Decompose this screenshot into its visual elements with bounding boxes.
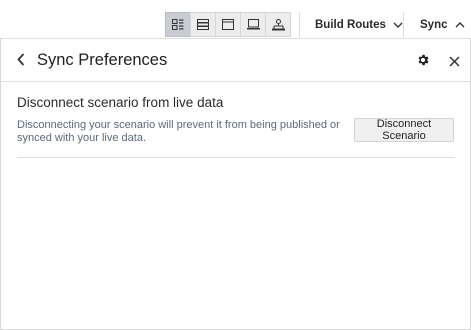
laptop-view-button[interactable] xyxy=(240,12,265,37)
laptop-view-icon xyxy=(246,19,260,30)
list-view-button[interactable] xyxy=(190,12,215,37)
grid-view-button[interactable] xyxy=(165,12,190,37)
section-description: Disconnecting your scenario will prevent… xyxy=(17,119,340,144)
network-view-button[interactable] xyxy=(265,12,291,37)
chevron-down-icon xyxy=(393,22,403,28)
sync-menu[interactable]: Sync xyxy=(420,12,465,37)
build-routes-menu[interactable]: Build Routes xyxy=(315,12,403,37)
window-view-button[interactable] xyxy=(215,12,240,37)
close-icon[interactable] xyxy=(449,54,460,72)
panel-header: Sync Preferences xyxy=(1,39,470,82)
network-view-icon xyxy=(271,18,285,30)
section-divider xyxy=(17,157,455,158)
panel-title: Sync Preferences xyxy=(37,51,168,69)
toolbar-divider xyxy=(403,12,404,37)
sync-preferences-panel: Sync Preferences Disconnect scenario fro… xyxy=(0,38,471,330)
view-mode-group xyxy=(165,12,291,38)
back-arrow-icon[interactable] xyxy=(17,53,25,71)
disconnect-scenario-button[interactable]: Disconnect Scenario xyxy=(354,118,454,142)
gear-icon[interactable] xyxy=(416,53,430,72)
build-routes-label: Build Routes xyxy=(315,18,386,31)
list-view-icon xyxy=(197,19,209,30)
grid-view-icon xyxy=(172,19,184,30)
top-toolbar: Build Routes Sync xyxy=(0,0,471,38)
chevron-up-icon xyxy=(455,21,465,28)
disconnect-section: Disconnect scenario from live data Disco… xyxy=(17,95,455,144)
section-title: Disconnect scenario from live data xyxy=(17,95,224,110)
toolbar-divider xyxy=(299,12,300,37)
sync-label: Sync xyxy=(420,18,448,31)
window-view-icon xyxy=(222,19,234,30)
